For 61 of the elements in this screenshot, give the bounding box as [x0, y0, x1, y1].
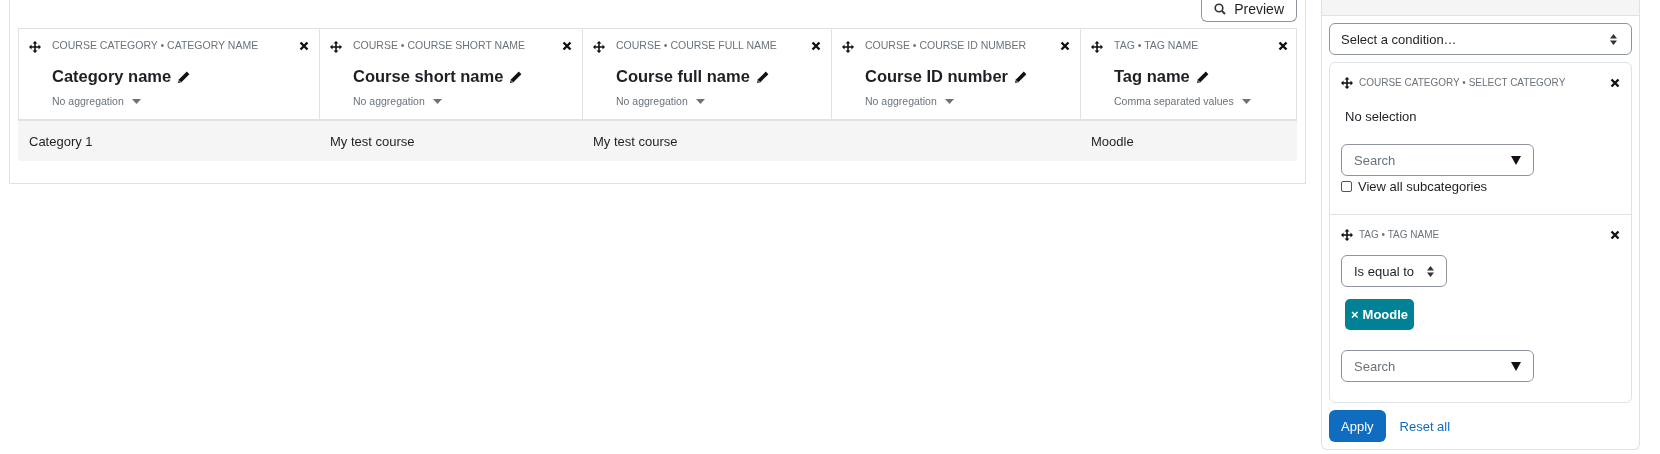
dropdown-arrow-icon — [1511, 361, 1521, 371]
condition-source: COURSE CATEGORY • SELECT CATEGORY — [1359, 76, 1567, 88]
pencil-icon[interactable] — [509, 69, 524, 84]
pencil-icon[interactable] — [177, 69, 192, 84]
column-title: Category name — [52, 67, 172, 86]
caret-icon — [432, 98, 442, 104]
pencil-icon[interactable] — [1195, 69, 1210, 84]
pencil-icon[interactable] — [755, 69, 770, 84]
updown-icon — [1427, 265, 1434, 277]
preview-button[interactable]: Preview — [1201, 0, 1297, 22]
column-source: COURSE • COURSE FULL NAME — [616, 39, 778, 53]
pencil-icon[interactable] — [1014, 69, 1029, 84]
column-title: Tag name — [1114, 67, 1190, 86]
close-icon[interactable] — [562, 41, 572, 51]
search-field[interactable]: Search — [1341, 350, 1534, 382]
caret-icon — [1241, 98, 1251, 104]
close-icon[interactable] — [299, 41, 309, 51]
updown-icon — [1610, 33, 1617, 45]
apply-button[interactable]: Apply — [1329, 410, 1386, 442]
move-icon[interactable] — [1341, 77, 1353, 89]
column-source: COURSE • COURSE ID NUMBER — [865, 39, 1028, 53]
reset-all-link[interactable]: Reset all — [1399, 418, 1451, 434]
condition-select[interactable]: Select a condition… — [1329, 23, 1632, 55]
move-icon[interactable] — [1091, 41, 1103, 53]
aggregation-dropdown[interactable]: Comma separated values — [1114, 95, 1278, 107]
selection-text: No selection — [1345, 109, 1417, 124]
column-title: Course ID number — [865, 67, 1009, 86]
search-icon — [1214, 2, 1227, 15]
table-cell: My test course — [593, 133, 678, 149]
close-icon[interactable] — [1610, 230, 1620, 240]
aggregation-dropdown[interactable]: No aggregation — [865, 95, 1060, 107]
operator-select[interactable]: Is equal to — [1341, 255, 1447, 287]
checkbox-label: View all subcategories — [1358, 179, 1488, 194]
column-title: Course full name — [616, 67, 750, 86]
column-source: COURSE • COURSE SHORT NAME — [353, 39, 526, 53]
aggregation-dropdown[interactable]: No aggregation — [616, 95, 811, 107]
column-source: COURSE CATEGORY • CATEGORY NAME — [52, 39, 260, 53]
caret-icon — [695, 98, 705, 104]
move-icon[interactable] — [29, 41, 41, 53]
tag-chip[interactable]: × Moodle — [1345, 299, 1415, 330]
move-icon[interactable] — [842, 41, 854, 53]
caret-icon — [944, 98, 954, 104]
column-source: TAG • TAG NAME — [1114, 39, 1200, 53]
table-cell: Moodle — [1091, 133, 1134, 149]
dropdown-arrow-icon — [1511, 155, 1521, 165]
move-icon[interactable] — [1341, 229, 1353, 241]
close-icon[interactable] — [1278, 41, 1288, 51]
close-icon[interactable] — [1060, 41, 1070, 51]
table-cell: Category 1 — [29, 133, 93, 149]
table-cell: My test course — [330, 133, 415, 149]
aggregation-dropdown[interactable]: No aggregation — [52, 95, 299, 107]
caret-icon — [131, 98, 141, 104]
checkbox[interactable] — [1341, 181, 1352, 192]
search-field[interactable]: Search — [1341, 144, 1534, 176]
move-icon[interactable] — [330, 41, 342, 53]
close-icon[interactable] — [1610, 78, 1620, 88]
aggregation-dropdown[interactable]: No aggregation — [353, 95, 562, 107]
close-icon[interactable] — [811, 41, 821, 51]
move-icon[interactable] — [593, 41, 605, 53]
column-title: Course short name — [353, 67, 504, 86]
condition-source: TAG • TAG NAME — [1359, 228, 1441, 240]
